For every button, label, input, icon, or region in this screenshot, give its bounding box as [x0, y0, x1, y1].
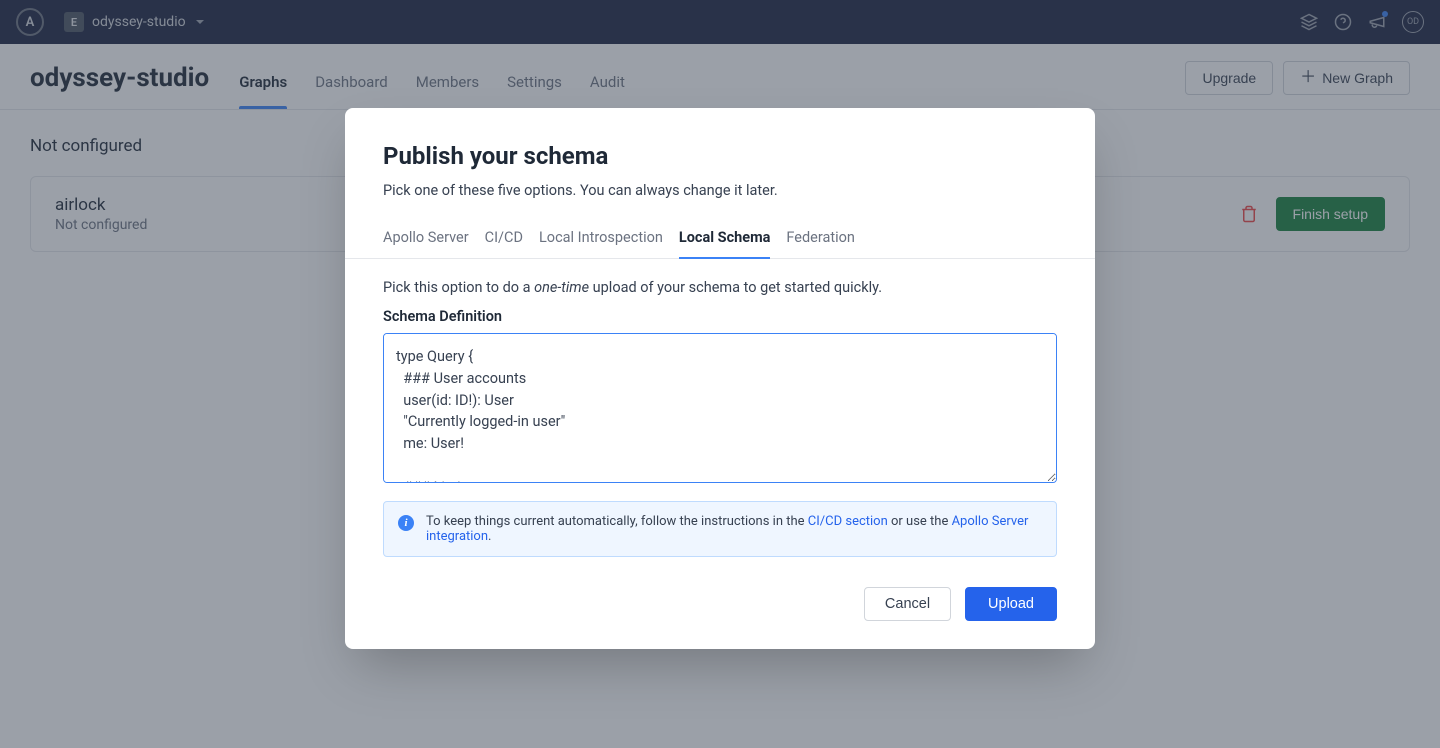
schema-definition-label: Schema Definition — [383, 308, 1057, 325]
modal-title: Publish your schema — [383, 142, 1057, 170]
modal-subtitle: Pick one of these five options. You can … — [383, 182, 1057, 199]
info-text-pre: To keep things current automatically, fo… — [426, 514, 808, 529]
modal-tab-local-schema[interactable]: Local Schema — [679, 229, 771, 258]
schema-definition-input[interactable] — [383, 333, 1057, 483]
modal-tabs: Apollo Server CI/CD Local Introspection … — [345, 211, 1095, 259]
info-text-post: . — [488, 529, 491, 544]
option-desc-post: upload of your schema to get started qui… — [589, 279, 882, 296]
modal-tab-apollo-server[interactable]: Apollo Server — [383, 229, 469, 258]
info-icon: i — [398, 515, 414, 531]
modal-overlay[interactable]: Publish your schema Pick one of these fi… — [0, 0, 1440, 748]
modal-body: Pick this option to do a one-time upload… — [345, 259, 1095, 649]
option-desc-pre: Pick this option to do a — [383, 279, 534, 296]
info-banner: i To keep things current automatically, … — [383, 501, 1057, 557]
upload-button[interactable]: Upload — [965, 587, 1057, 621]
info-text-mid: or use the — [888, 514, 952, 529]
modal-header: Publish your schema Pick one of these fi… — [345, 108, 1095, 211]
cancel-button[interactable]: Cancel — [864, 587, 951, 621]
publish-schema-modal: Publish your schema Pick one of these fi… — [345, 108, 1095, 649]
info-text: To keep things current automatically, fo… — [426, 514, 1042, 544]
modal-tab-federation[interactable]: Federation — [786, 229, 855, 258]
cicd-link[interactable]: CI/CD section — [808, 514, 888, 529]
modal-tab-cicd[interactable]: CI/CD — [485, 229, 523, 258]
modal-footer: Cancel Upload — [383, 557, 1057, 621]
option-desc-em: one-time — [534, 279, 589, 296]
option-description: Pick this option to do a one-time upload… — [383, 279, 1057, 296]
modal-tab-local-introspection[interactable]: Local Introspection — [539, 229, 663, 258]
